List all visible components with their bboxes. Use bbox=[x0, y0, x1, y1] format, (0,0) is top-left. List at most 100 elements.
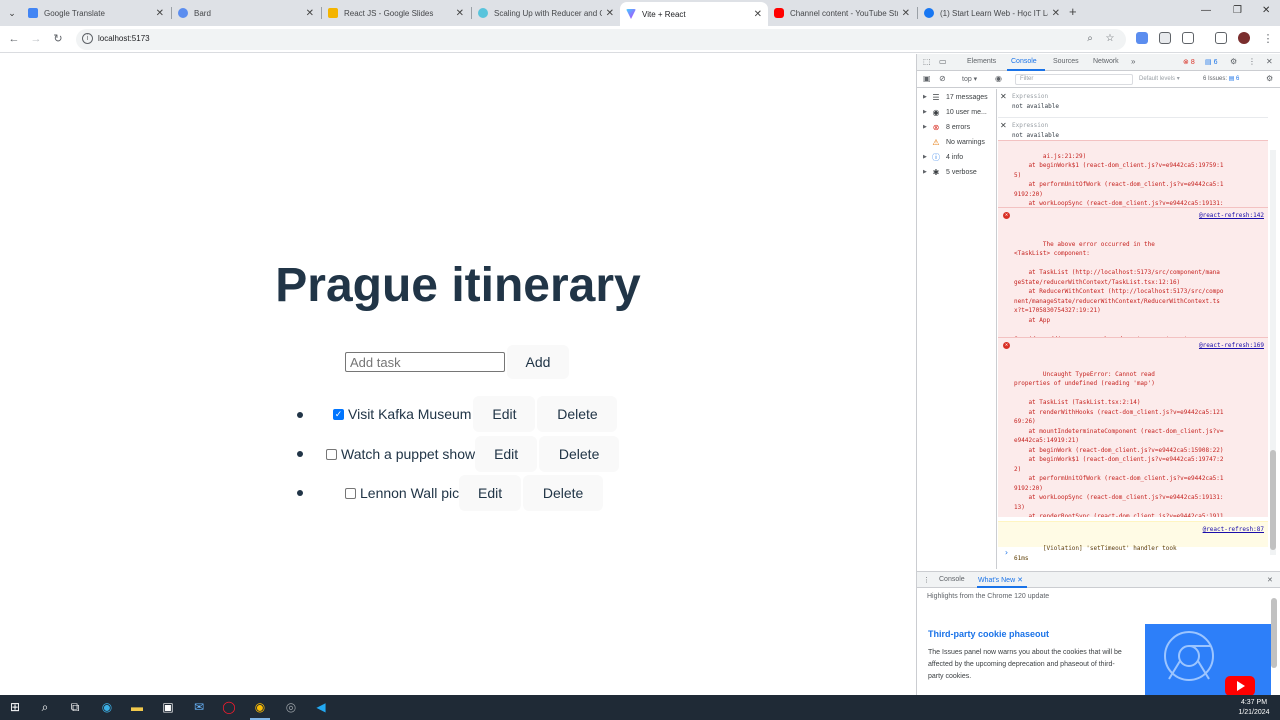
windows-start-icon[interactable]: ⊞ bbox=[7, 699, 23, 715]
browser-tab[interactable]: Scaling Up with Reducer and C ✕ bbox=[472, 2, 620, 24]
message-count-badge[interactable]: ▤ 6 bbox=[1205, 58, 1217, 66]
task-checkbox[interactable] bbox=[345, 487, 356, 499]
minimize-icon[interactable]: — bbox=[1201, 5, 1211, 16]
console-settings-icon[interactable]: ⚙ bbox=[1266, 74, 1273, 83]
context-selector[interactable]: top ▾ bbox=[962, 75, 977, 83]
tab-search-icon[interactable]: ⌄ bbox=[4, 5, 20, 21]
avatar[interactable] bbox=[1238, 32, 1250, 44]
back-icon[interactable]: ← bbox=[6, 31, 22, 47]
console-prompt[interactable]: › bbox=[1004, 548, 1009, 557]
live-expression-eye-icon[interactable]: ◉ bbox=[995, 74, 1002, 83]
expand-arrow-icon[interactable]: ▶ bbox=[923, 124, 931, 130]
opera-icon[interactable]: ◯ bbox=[221, 699, 237, 715]
scrollbar-thumb[interactable] bbox=[1270, 450, 1276, 550]
close-devtools-icon[interactable]: ✕ bbox=[1266, 57, 1273, 66]
add-button[interactable]: Add bbox=[507, 345, 569, 379]
sidebar-toggle-icon[interactable]: ▣ bbox=[923, 74, 931, 83]
sidebar-item-info[interactable]: ▶ ⓘ 4 info bbox=[923, 150, 963, 164]
task-checkbox[interactable]: ✓ bbox=[333, 408, 344, 420]
inspect-element-icon[interactable]: ⬚ bbox=[923, 57, 931, 66]
console-filter-input[interactable]: Filter bbox=[1015, 74, 1133, 85]
sidebar-item-user-messages[interactable]: ▶ ◉ 10 user me... bbox=[923, 105, 987, 119]
browser-tab[interactable]: (1) Start Learn Web - Học IT Lậ ✕ bbox=[918, 2, 1066, 24]
mail-icon[interactable]: ✉ bbox=[191, 699, 207, 715]
close-icon[interactable]: ✕ bbox=[902, 8, 910, 19]
side-panel-icon[interactable] bbox=[1215, 32, 1227, 44]
bookmark-star-icon[interactable]: ☆ bbox=[1102, 31, 1118, 47]
expand-arrow-icon[interactable]: ▶ bbox=[923, 94, 931, 100]
site-info-icon[interactable]: i bbox=[82, 33, 93, 44]
close-icon[interactable]: ✕ bbox=[456, 8, 464, 19]
restore-icon[interactable]: ❐ bbox=[1233, 5, 1242, 16]
remove-expression-icon[interactable]: ✕ bbox=[1000, 121, 1007, 130]
expand-arrow-icon[interactable]: ▶ bbox=[923, 109, 931, 115]
new-tab-button[interactable]: + bbox=[1069, 4, 1077, 19]
browser-tab[interactable]: Channel content - YouTube Stu ✕ bbox=[768, 2, 916, 24]
window-close-icon[interactable]: ✕ bbox=[1262, 5, 1270, 16]
search-icon[interactable]: ⌕ bbox=[37, 699, 53, 715]
edit-button[interactable]: Edit bbox=[473, 396, 536, 432]
drawer-scrollbar[interactable] bbox=[1271, 598, 1277, 668]
close-icon[interactable]: ✕ bbox=[156, 8, 164, 19]
edge-icon[interactable]: ◉ bbox=[99, 699, 115, 715]
task-view-icon[interactable]: ⧉ bbox=[67, 699, 83, 715]
browser-tab[interactable]: React JS - Google Slides ✕ bbox=[322, 2, 470, 24]
more-menu-icon[interactable]: ⋮ bbox=[1260, 31, 1276, 47]
chrome-canary-icon[interactable]: ◎ bbox=[283, 699, 299, 715]
clear-console-icon[interactable]: ⊘ bbox=[939, 74, 946, 83]
drawer-tab-whats-new[interactable]: What's New ✕ bbox=[978, 576, 1023, 584]
sidebar-item-messages[interactable]: ▶ ☰ 17 messages bbox=[923, 90, 988, 104]
add-task-input[interactable] bbox=[345, 352, 505, 372]
drawer-menu-icon[interactable]: ⋮ bbox=[923, 576, 930, 584]
whats-new-headline[interactable]: Third-party cookie phaseout bbox=[928, 629, 1049, 639]
tab-network[interactable]: Network bbox=[1093, 58, 1119, 65]
close-icon[interactable]: ✕ bbox=[606, 8, 614, 19]
browser-tab-active[interactable]: Vite + React ✕ bbox=[620, 2, 768, 26]
play-icon[interactable] bbox=[1225, 676, 1255, 696]
remove-expression-icon[interactable]: ✕ bbox=[1000, 92, 1007, 101]
reload-icon[interactable]: ↻ bbox=[50, 31, 66, 47]
sidebar-item-warnings[interactable]: ⚠ No warnings bbox=[923, 135, 985, 149]
address-bar[interactable]: i localhost:5173 ⌕ ☆ bbox=[76, 29, 1126, 50]
source-link[interactable]: @react-refresh:142 bbox=[1199, 211, 1264, 221]
task-checkbox[interactable] bbox=[326, 448, 337, 460]
edit-button[interactable]: Edit bbox=[475, 436, 538, 472]
translate-extension-icon[interactable] bbox=[1136, 32, 1148, 44]
store-icon[interactable]: ▣ bbox=[160, 699, 176, 715]
address-url[interactable]: localhost:5173 bbox=[98, 34, 150, 43]
media-extension-icon[interactable] bbox=[1159, 32, 1171, 44]
tab-elements[interactable]: Elements bbox=[967, 58, 996, 65]
tab-sources[interactable]: Sources bbox=[1053, 58, 1079, 65]
expand-arrow-icon[interactable]: ▶ bbox=[923, 154, 931, 160]
close-icon[interactable]: ✕ bbox=[306, 8, 314, 19]
source-link[interactable]: @react-refresh:169 bbox=[1199, 341, 1264, 351]
edit-button[interactable]: Edit bbox=[459, 475, 522, 511]
close-icon[interactable]: ✕ bbox=[1052, 8, 1060, 19]
video-thumbnail[interactable] bbox=[1145, 624, 1271, 696]
settings-gear-icon[interactable]: ⚙ bbox=[1230, 57, 1237, 66]
issues-button[interactable]: 6 Issues: ▤ 6 bbox=[1203, 75, 1239, 82]
source-link[interactable]: @react-refresh:87 bbox=[1203, 525, 1264, 535]
system-clock[interactable]: 4:37 PM 1/21/2024 bbox=[1232, 698, 1276, 718]
browser-tab[interactable]: Bard ✕ bbox=[172, 2, 320, 24]
file-explorer-icon[interactable]: ▬ bbox=[129, 699, 145, 715]
forward-icon[interactable]: → bbox=[28, 31, 44, 47]
device-toolbar-icon[interactable]: ▭ bbox=[939, 57, 947, 66]
error-count-badge[interactable]: ⊗ 8 bbox=[1183, 58, 1195, 66]
log-levels-dropdown[interactable]: Default levels ▾ bbox=[1139, 75, 1180, 82]
vscode-icon[interactable]: ◀ bbox=[313, 699, 329, 715]
more-tabs-icon[interactable]: » bbox=[1131, 57, 1135, 66]
delete-button[interactable]: Delete bbox=[539, 436, 620, 472]
close-icon[interactable]: ✕ bbox=[754, 9, 762, 20]
close-drawer-icon[interactable]: ✕ bbox=[1267, 576, 1273, 584]
sidebar-item-verbose[interactable]: ▶ ✱ 5 verbose bbox=[923, 165, 977, 179]
close-icon[interactable]: ✕ bbox=[1017, 577, 1023, 584]
delete-button[interactable]: Delete bbox=[523, 475, 604, 511]
browser-tab[interactable]: Google Translate ✕ bbox=[22, 2, 170, 24]
chrome-icon[interactable]: ◉ bbox=[252, 699, 268, 715]
extensions-puzzle-icon[interactable] bbox=[1182, 32, 1194, 44]
sidebar-item-errors[interactable]: ▶ ⊗ 8 errors bbox=[923, 120, 970, 134]
drawer-tab-console[interactable]: Console bbox=[939, 576, 965, 583]
console-scrollbar[interactable] bbox=[1270, 150, 1276, 555]
zoom-icon[interactable]: ⌕ bbox=[1082, 31, 1098, 47]
